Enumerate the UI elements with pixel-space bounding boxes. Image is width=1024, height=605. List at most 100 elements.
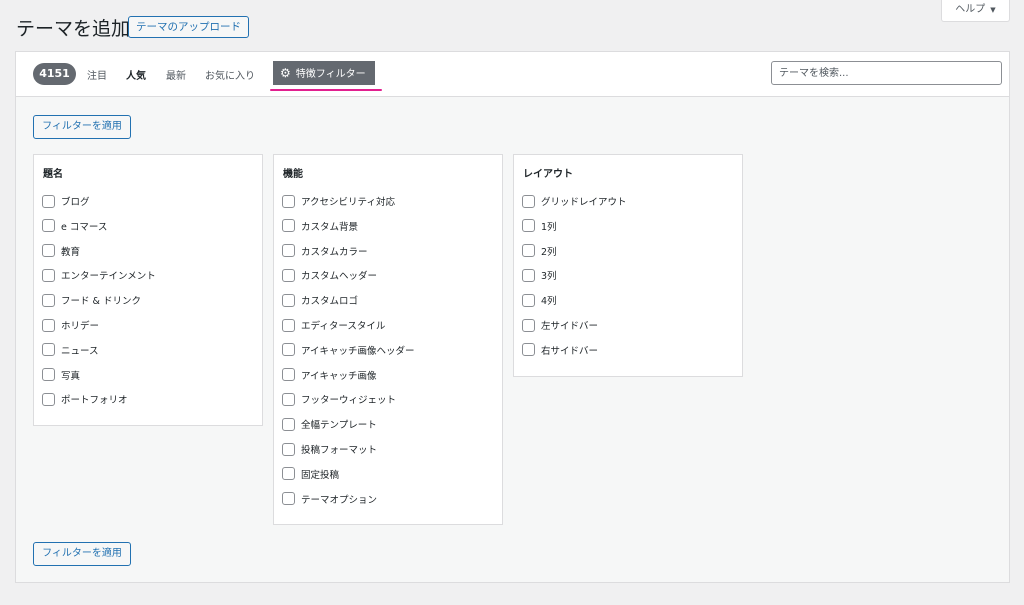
checkbox[interactable]	[282, 368, 295, 382]
filter-option-label: ニュース	[61, 345, 99, 357]
filter-option-label: エンターテインメント	[61, 271, 156, 283]
filter-option-subject[interactable]: ポートフォリオ	[42, 391, 128, 407]
filter-option-label: 写真	[61, 370, 81, 382]
upload-theme-button[interactable]: テーマのアップロード	[128, 16, 249, 38]
nav-popular[interactable]: 人気	[126, 67, 146, 82]
checkbox[interactable]	[522, 219, 535, 233]
nav-featured[interactable]: 注目	[87, 67, 107, 82]
filter-option-subject[interactable]: フード & ドリンク	[42, 292, 141, 308]
filter-option-features[interactable]: フッターウィジェット	[282, 391, 396, 407]
filter-option-label: 教育	[61, 246, 81, 258]
checkbox[interactable]	[522, 318, 535, 332]
checkbox[interactable]	[42, 343, 55, 357]
group-title-layout: レイアウト	[523, 169, 573, 180]
filter-option-features[interactable]: カスタム背景	[282, 218, 358, 234]
checkbox[interactable]	[522, 268, 535, 282]
checkbox[interactable]	[522, 244, 535, 258]
filter-option-features[interactable]: カスタムロゴ	[282, 292, 358, 308]
checkbox[interactable]	[282, 442, 295, 456]
group-title-features: 機能	[283, 169, 303, 180]
caret-down-icon: ▼	[990, 6, 996, 14]
filter-option-features[interactable]: アイキャッチ画像ヘッダー	[282, 342, 415, 358]
checkbox[interactable]	[42, 268, 55, 282]
filter-option-layout[interactable]: 2列	[522, 243, 557, 259]
checkbox[interactable]	[522, 293, 535, 307]
filter-option-label: カスタムロゴ	[301, 296, 359, 308]
checkbox[interactable]	[282, 219, 295, 233]
apply-filters-button-top[interactable]: フィルターを適用	[33, 115, 131, 139]
filter-option-features[interactable]: カスタムカラー	[282, 243, 368, 259]
filter-option-features[interactable]: エディタースタイル	[282, 317, 385, 333]
filter-option-layout[interactable]: 1列	[522, 218, 557, 234]
filter-option-label: カスタム背景	[301, 221, 359, 233]
help-tab[interactable]: ヘルプ ▼	[941, 0, 1010, 22]
filter-option-layout[interactable]: 左サイドバー	[522, 317, 598, 333]
filter-option-label: ポートフォリオ	[61, 395, 128, 407]
filter-option-features[interactable]: 全幅テンプレート	[282, 416, 377, 432]
checkbox[interactable]	[282, 392, 295, 406]
filter-option-label: 3列	[541, 271, 557, 283]
filter-option-label: 固定投稿	[301, 469, 340, 481]
checkbox[interactable]	[282, 467, 295, 481]
filter-option-label: 4列	[541, 296, 557, 308]
feature-filter-button[interactable]: ⚙ 特徴フィルター	[273, 61, 375, 85]
filter-option-features[interactable]: 固定投稿	[282, 466, 339, 482]
filter-option-label: ブログ	[61, 197, 90, 208]
filter-option-features[interactable]: アイキャッチ画像	[282, 367, 377, 383]
checkbox[interactable]	[282, 244, 295, 258]
checkbox[interactable]	[282, 492, 295, 506]
filter-option-label: テーマオプション	[301, 494, 378, 506]
filter-option-label: アイキャッチ画像	[301, 370, 377, 382]
checkbox[interactable]	[42, 244, 55, 258]
highlight-underline	[270, 89, 382, 91]
filter-bar: 4151 注目 人気 最新 お気に入り ⚙ 特徴フィルター	[16, 52, 1009, 97]
checkbox[interactable]	[42, 318, 55, 332]
checkbox[interactable]	[282, 417, 295, 431]
filter-option-layout[interactable]: 4列	[522, 292, 557, 308]
filter-option-features[interactable]: テーマオプション	[282, 491, 377, 507]
filter-option-subject[interactable]: 教育	[42, 243, 80, 259]
checkbox[interactable]	[522, 343, 535, 357]
filter-option-label: 右サイドバー	[541, 345, 599, 357]
checkbox[interactable]	[42, 219, 55, 233]
apply-filters-button-bottom[interactable]: フィルターを適用	[33, 542, 131, 566]
checkbox[interactable]	[282, 194, 295, 208]
filter-option-label: カスタムヘッダー	[301, 271, 378, 283]
filter-option-layout[interactable]: 右サイドバー	[522, 342, 598, 358]
filter-option-layout[interactable]: グリッドレイアウト	[522, 193, 627, 209]
filter-group-subject: 題名 ブログ e コマース 教育 エンターテインメント フード & ドリンク ホリデー ニュ…	[33, 154, 263, 426]
theme-search-input[interactable]	[771, 61, 1002, 85]
filter-option-label: エディタースタイル	[301, 321, 386, 332]
checkbox[interactable]	[282, 343, 295, 357]
checkbox[interactable]	[282, 293, 295, 307]
filter-option-label: 投稿フォーマット	[301, 445, 378, 456]
filter-option-subject[interactable]: ニュース	[42, 342, 99, 358]
nav-latest[interactable]: 最新	[166, 67, 186, 82]
filter-option-subject[interactable]: ブログ	[42, 193, 90, 209]
filter-option-subject[interactable]: エンターテインメント	[42, 267, 156, 283]
page-title: テーマを追加	[16, 18, 131, 40]
filter-option-subject[interactable]: 写真	[42, 367, 80, 383]
help-label: ヘルプ	[955, 4, 986, 15]
filter-option-layout[interactable]: 3列	[522, 267, 557, 283]
filter-group-features: 機能 アクセシビリティ対応 カスタム背景カスタムカラーカスタムヘッダー カスタムロゴ…	[273, 154, 503, 525]
checkbox[interactable]	[42, 368, 55, 382]
nav-favorites[interactable]: お気に入り	[205, 67, 255, 82]
checkbox[interactable]	[42, 392, 55, 406]
filter-option-label: 2列	[541, 246, 557, 258]
filter-option-subject[interactable]: ホリデー	[42, 317, 99, 333]
filter-option-features[interactable]: アクセシビリティ対応	[282, 193, 395, 209]
feature-filter-label: 特徴フィルター	[295, 69, 366, 80]
checkbox[interactable]	[42, 293, 55, 307]
filter-option-features[interactable]: カスタムヘッダー	[282, 267, 377, 283]
checkbox[interactable]	[282, 318, 295, 332]
checkbox[interactable]	[42, 194, 55, 208]
filter-option-label: 左サイドバー	[541, 321, 599, 332]
theme-count-badge: 4151	[33, 63, 76, 85]
checkbox[interactable]	[282, 268, 295, 282]
filter-option-subject[interactable]: e コマース	[42, 218, 107, 234]
checkbox[interactable]	[522, 194, 535, 208]
filter-option-label: e コマース	[61, 221, 108, 233]
filter-option-features[interactable]: 投稿フォーマット	[282, 441, 377, 457]
filter-option-label: アクセシビリティ対応	[301, 197, 395, 208]
